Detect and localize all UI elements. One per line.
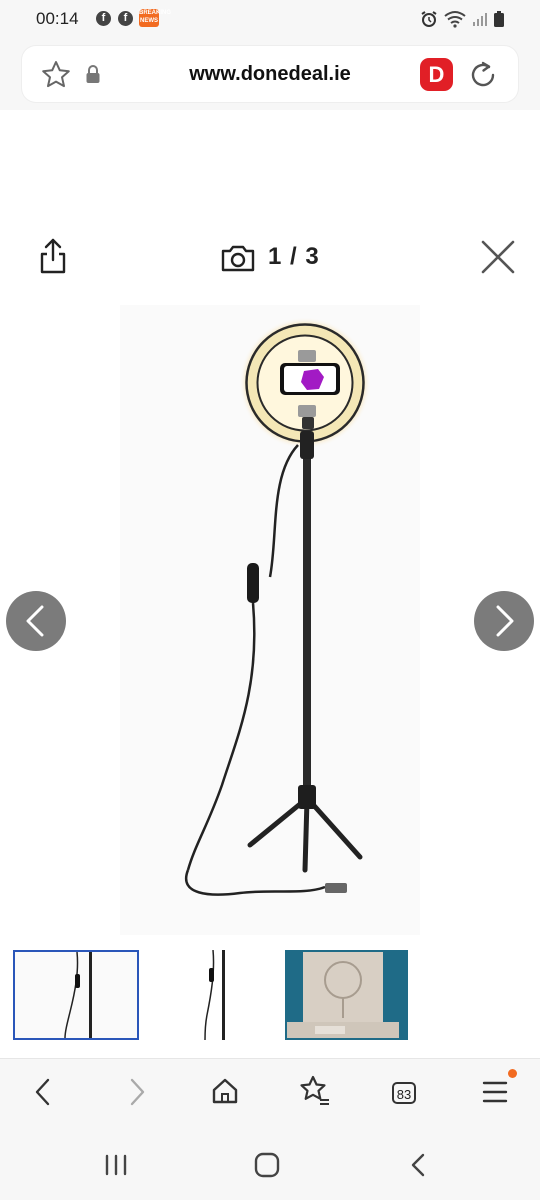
facebook-icon: f [118,11,133,26]
home-icon[interactable] [210,1076,240,1106]
back-icon[interactable] [30,1076,58,1108]
main-product-image[interactable] [120,305,420,935]
thumbnail-2[interactable] [147,949,273,1041]
url-text[interactable]: www.donedeal.ie [0,64,540,84]
site-badge[interactable]: D [420,58,453,91]
chevron-left-icon [26,605,44,637]
signal-icon [473,13,487,26]
image-counter: 1 / 3 [268,243,320,270]
home-nav-icon[interactable] [253,1151,281,1179]
alarm-icon [421,11,437,27]
thumbnail-1[interactable] [13,950,139,1040]
status-time: 00:14 [36,9,79,28]
notification-dot [508,1069,517,1078]
close-icon[interactable] [479,238,517,276]
camera-icon [221,245,255,272]
news-icon: BREAKING NEWS [139,9,171,27]
thumbnail-2-image [204,949,225,1041]
recent-apps-icon[interactable] [102,1153,130,1177]
ring-light-photo [184,317,371,896]
wifi-icon [444,11,466,28]
thumbnail-1-image [64,951,92,1039]
chevron-right-icon [496,605,514,637]
thumbnail-3-image [285,950,408,1040]
bookmarks-icon[interactable] [298,1074,332,1108]
reload-icon[interactable] [466,58,500,92]
facebook-icon: f [96,11,111,26]
next-image-button[interactable] [474,591,534,651]
share-icon[interactable] [38,238,68,274]
tabs-counter[interactable]: 83 [392,1082,416,1104]
system-back-icon[interactable] [406,1151,432,1179]
battery-icon [494,11,504,27]
browser-toolbar [0,1058,540,1127]
status-icons [420,8,504,30]
forward-icon[interactable] [122,1076,150,1108]
prev-image-button[interactable] [6,591,66,651]
thumbnail-3[interactable] [285,950,408,1040]
menu-icon[interactable] [481,1078,509,1106]
